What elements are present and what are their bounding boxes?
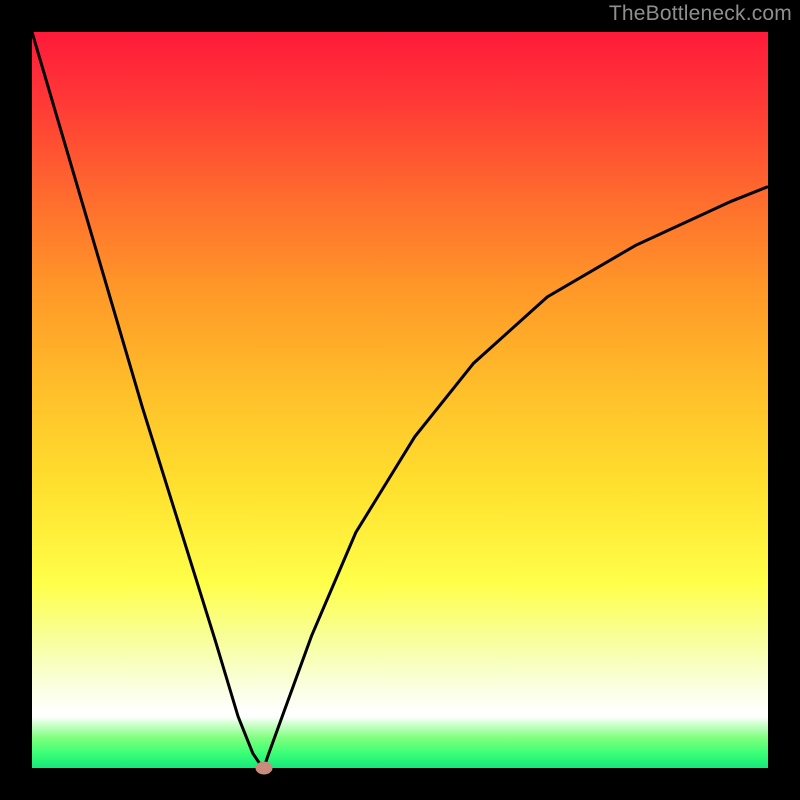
minimum-marker <box>255 762 272 775</box>
bottleneck-curve-path <box>32 32 768 768</box>
bottleneck-curve-svg <box>32 32 768 768</box>
watermark-text: TheBottleneck.com <box>609 2 792 26</box>
plot-area <box>32 32 768 768</box>
